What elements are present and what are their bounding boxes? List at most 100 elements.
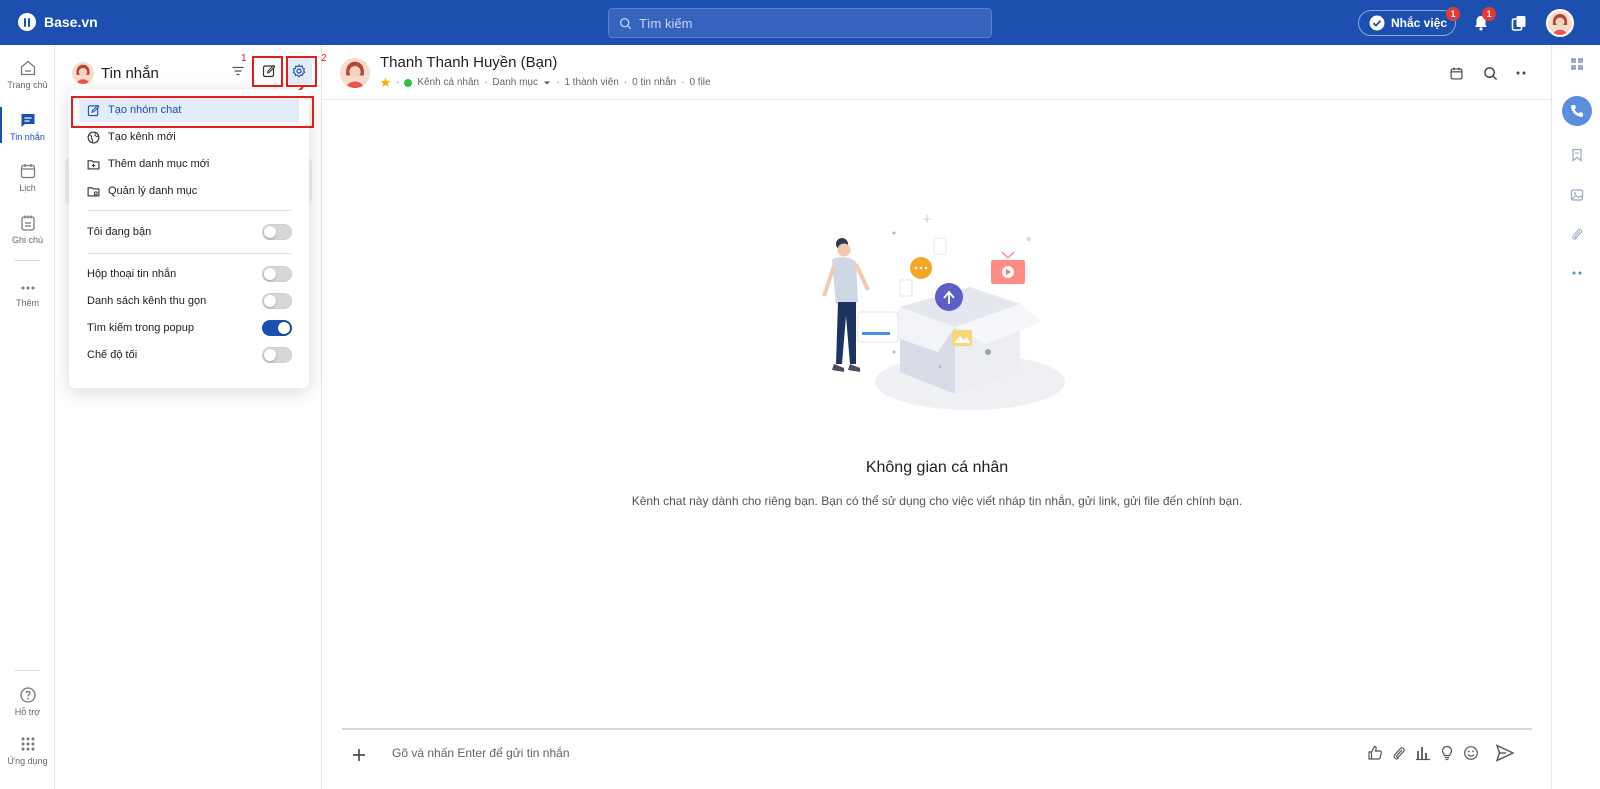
- search-input[interactable]: [639, 15, 969, 31]
- annotation-number-1: 1: [241, 53, 247, 64]
- meta-channel: Kênh cá nhân: [417, 77, 480, 88]
- like-button[interactable]: [1362, 740, 1388, 766]
- caret-down-icon[interactable]: [543, 79, 551, 87]
- rightbar-more-button[interactable]: [1552, 270, 1600, 276]
- emoji-button[interactable]: [1458, 740, 1484, 766]
- composer-add-button[interactable]: [346, 742, 372, 768]
- more-icon: [1572, 271, 1581, 275]
- rightbar-images-button[interactable]: [1552, 188, 1600, 202]
- menu-item-add-category[interactable]: Thêm danh mục mới: [79, 152, 299, 176]
- empty-state-illustration: [822, 215, 1065, 410]
- plus-icon: [353, 749, 365, 761]
- apps-grid-icon: [21, 737, 34, 751]
- toggle-dark-mode-label: Chế độ tối: [87, 349, 138, 361]
- menu-divider: [87, 210, 292, 211]
- nav-more-label: Thêm: [15, 298, 39, 308]
- calendar-icon: [20, 164, 35, 179]
- toggle-row-dark-mode: Chế độ tối: [87, 345, 292, 365]
- globe-icon: [87, 131, 100, 143]
- menu-item-create-channel[interactable]: Tạo kênh mới: [79, 125, 299, 149]
- menu-item-manage-category-label: Quản lý danh mục: [108, 185, 198, 197]
- message-composer: [342, 728, 1532, 784]
- folder-add-icon: [87, 159, 100, 170]
- toggle-busy-label: Tôi đang bận: [87, 226, 152, 238]
- annotation-box-settings: [286, 56, 317, 87]
- nav-support-label: Hỗ trợ: [14, 707, 41, 717]
- copy-pages-icon: [1511, 16, 1526, 31]
- send-button[interactable]: [1492, 740, 1518, 766]
- empty-state-title: Không gian cá nhân: [865, 459, 1009, 476]
- phone-icon: [1561, 96, 1592, 126]
- menu-item-manage-category[interactable]: Quản lý danh mục: [79, 179, 299, 203]
- send-icon: [1495, 744, 1515, 762]
- nav-apps[interactable]: Ứng dụng: [0, 735, 55, 766]
- global-search[interactable]: [608, 8, 992, 38]
- lightbulb-icon: [1441, 745, 1453, 761]
- chat-name[interactable]: Thanh Thanh Huyền (Bạn): [380, 54, 557, 71]
- message-input[interactable]: [392, 746, 1292, 760]
- brand-logo[interactable]: Base.vn: [18, 13, 98, 31]
- panel-title: Tin nhắn: [72, 62, 159, 84]
- right-sidebar: [1551, 45, 1600, 789]
- bookmark-icon: [1571, 148, 1582, 162]
- nav-divider: [14, 260, 40, 261]
- toggle-busy-switch[interactable]: [262, 224, 292, 240]
- toggle-dark-mode-switch[interactable]: [262, 347, 292, 363]
- nav-notes[interactable]: Ghi chú: [0, 214, 55, 245]
- menu-divider: [87, 253, 292, 254]
- rightbar-bookmark-button[interactable]: [1552, 148, 1600, 162]
- nav-calendar[interactable]: Lịch: [0, 162, 55, 193]
- toggle-popup-search-switch[interactable]: [262, 320, 292, 336]
- meta-separator: ·: [623, 77, 628, 88]
- nav-messages[interactable]: Tin nhắn: [0, 107, 55, 143]
- meta-category[interactable]: Danh mục: [492, 77, 538, 88]
- nav-home[interactable]: Trang chủ: [0, 59, 55, 90]
- user-avatar-icon: [1548, 11, 1572, 35]
- rightbar-files-button[interactable]: [1552, 227, 1600, 241]
- toggle-row-popup-search: Tìm kiếm trong popup: [87, 318, 292, 338]
- annotation-box-new-chat: [252, 56, 283, 87]
- meta-files[interactable]: 0 file: [689, 77, 710, 88]
- poll-button[interactable]: [1410, 740, 1436, 766]
- folder-settings-icon: [87, 186, 100, 197]
- reminder-button[interactable]: Nhắc việc: [1358, 10, 1456, 36]
- chat-calendar-button[interactable]: [1443, 60, 1469, 86]
- chat-more-button[interactable]: [1508, 60, 1534, 86]
- bar-chart-icon: [1416, 747, 1430, 761]
- meta-separator: ·: [681, 77, 685, 88]
- rightbar-call-button[interactable]: [1552, 96, 1600, 126]
- panel-title-text: Tin nhắn: [101, 64, 159, 82]
- toggle-message-dialog-label: Hộp thoại tin nhắn: [87, 268, 177, 280]
- chat-meta: · Kênh cá nhân · Danh mục · 1 thành viên…: [380, 77, 711, 88]
- rightbar-apps-button[interactable]: [1552, 57, 1600, 71]
- panel-avatar: [72, 62, 94, 84]
- star-icon[interactable]: [380, 77, 391, 88]
- chat-search-button[interactable]: [1477, 60, 1503, 86]
- nav-apps-label: Ứng dụng: [7, 756, 48, 766]
- meta-members[interactable]: 1 thành viên: [564, 77, 619, 88]
- help-icon: [19, 687, 36, 703]
- nav-support[interactable]: Hỗ trợ: [0, 686, 55, 717]
- toggle-compact-list-switch[interactable]: [262, 293, 292, 309]
- home-icon: [20, 60, 35, 76]
- idea-button[interactable]: [1434, 740, 1460, 766]
- reminder-check-icon: [1369, 15, 1385, 31]
- toggle-message-dialog-switch[interactable]: [262, 266, 292, 282]
- paperclip-icon: [1571, 228, 1582, 240]
- nav-more[interactable]: Thêm: [0, 281, 55, 308]
- nav-messages-label: Tin nhắn: [10, 132, 45, 142]
- thumbs-up-icon: [1368, 745, 1382, 760]
- reminder-label: Nhắc việc: [1391, 16, 1448, 30]
- toggle-row-message-dialog: Hộp thoại tin nhắn: [87, 264, 292, 284]
- toggle-popup-search-label: Tìm kiếm trong popup: [87, 322, 194, 334]
- attach-button[interactable]: [1386, 740, 1412, 766]
- user-avatar[interactable]: [1546, 9, 1574, 37]
- note-icon: [20, 215, 35, 231]
- chat-avatar[interactable]: [340, 58, 370, 88]
- smiley-icon: [1464, 746, 1478, 760]
- base-logo-icon: [18, 13, 36, 31]
- more-icon: [1516, 71, 1526, 75]
- filter-button[interactable]: [225, 58, 251, 84]
- pages-button[interactable]: [1508, 12, 1530, 34]
- meta-separator: ·: [484, 77, 488, 88]
